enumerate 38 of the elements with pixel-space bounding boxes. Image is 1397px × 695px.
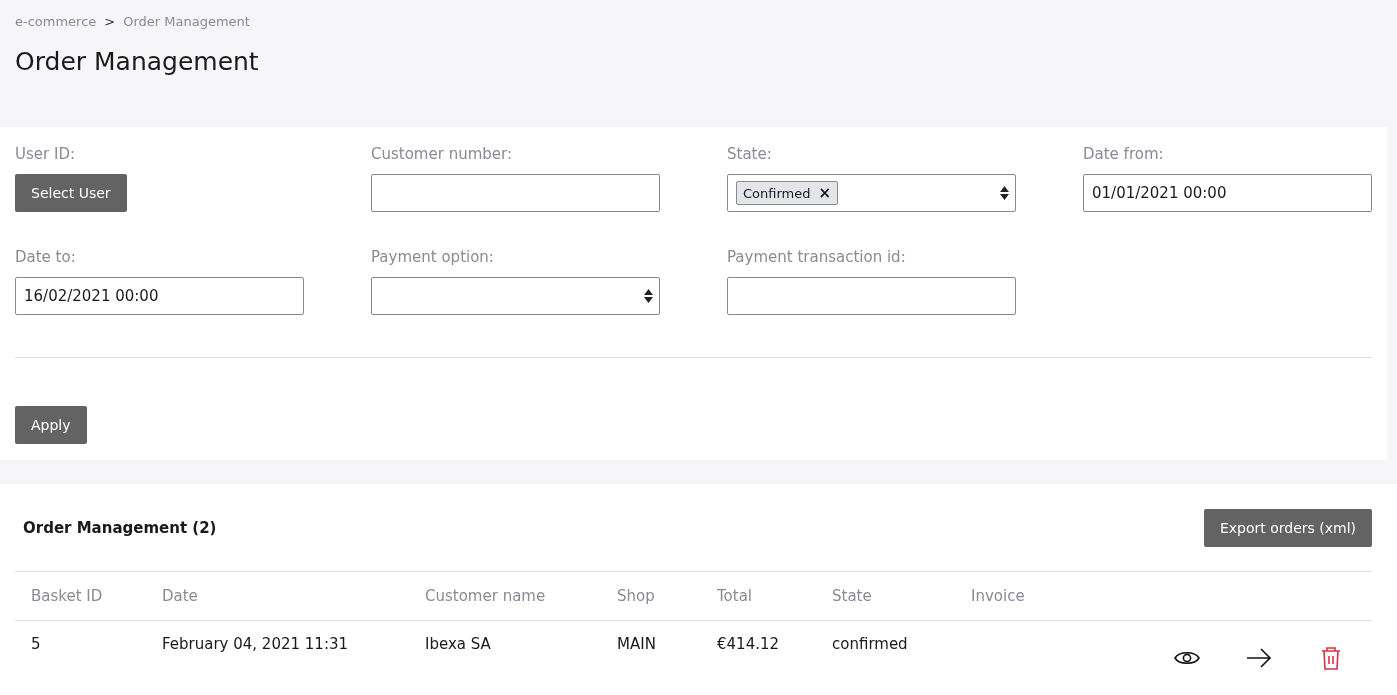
breadcrumb-link[interactable]: e-commerce	[15, 14, 97, 29]
column-header: Invoice	[955, 571, 1076, 621]
input-field[interactable]: 16/02/2021 00:00	[15, 277, 304, 315]
column-header: State	[816, 571, 955, 621]
dropdown-arrows-icon	[1000, 185, 1009, 201]
select-user-button[interactable]: Select User	[15, 174, 127, 212]
page-title: Order Management	[15, 47, 260, 78]
field-label: State:	[727, 145, 773, 165]
table-cell: €414.12	[701, 620, 816, 675]
breadcrumb-separator: >	[104, 14, 116, 29]
breadcrumb-link[interactable]: Order Management	[123, 14, 250, 29]
input-field[interactable]: 01/01/2021 00:00	[1083, 174, 1372, 212]
input-field[interactable]	[727, 277, 1016, 315]
select-field[interactable]: Confirmed ×	[727, 174, 1016, 212]
field-label: Payment option:	[371, 248, 495, 268]
export-button[interactable]: Export orders (xml)	[1203, 508, 1372, 547]
field-label: Customer number:	[371, 145, 513, 165]
field-label: Date from:	[1083, 145, 1165, 165]
tag-label: Confirmed	[743, 185, 811, 201]
table-cell: 5	[15, 620, 146, 675]
column-header: Shop	[601, 571, 701, 621]
column-header: Customer name	[409, 571, 601, 621]
table-cell: February 04, 2021 11:31	[146, 620, 409, 675]
column-header: Date	[146, 571, 409, 621]
remove-tag-button[interactable]: ×	[818, 184, 832, 202]
dropdown-arrows-icon	[644, 288, 653, 304]
field-label: Payment transaction id:	[727, 248, 907, 268]
table-cell: confirmed	[816, 620, 955, 675]
column-header: Basket ID	[15, 571, 146, 621]
select-field[interactable]	[371, 277, 660, 315]
field-label: User ID:	[15, 145, 76, 165]
column-header: Total	[701, 571, 816, 621]
field-label: Date to:	[15, 248, 77, 268]
table-title: Order Management (2)	[23, 518, 217, 537]
input-field[interactable]	[371, 174, 660, 212]
table-cell: Ibexa SA	[409, 620, 601, 675]
table-cell: MAIN	[601, 620, 701, 675]
apply-button[interactable]: Apply	[15, 406, 87, 444]
